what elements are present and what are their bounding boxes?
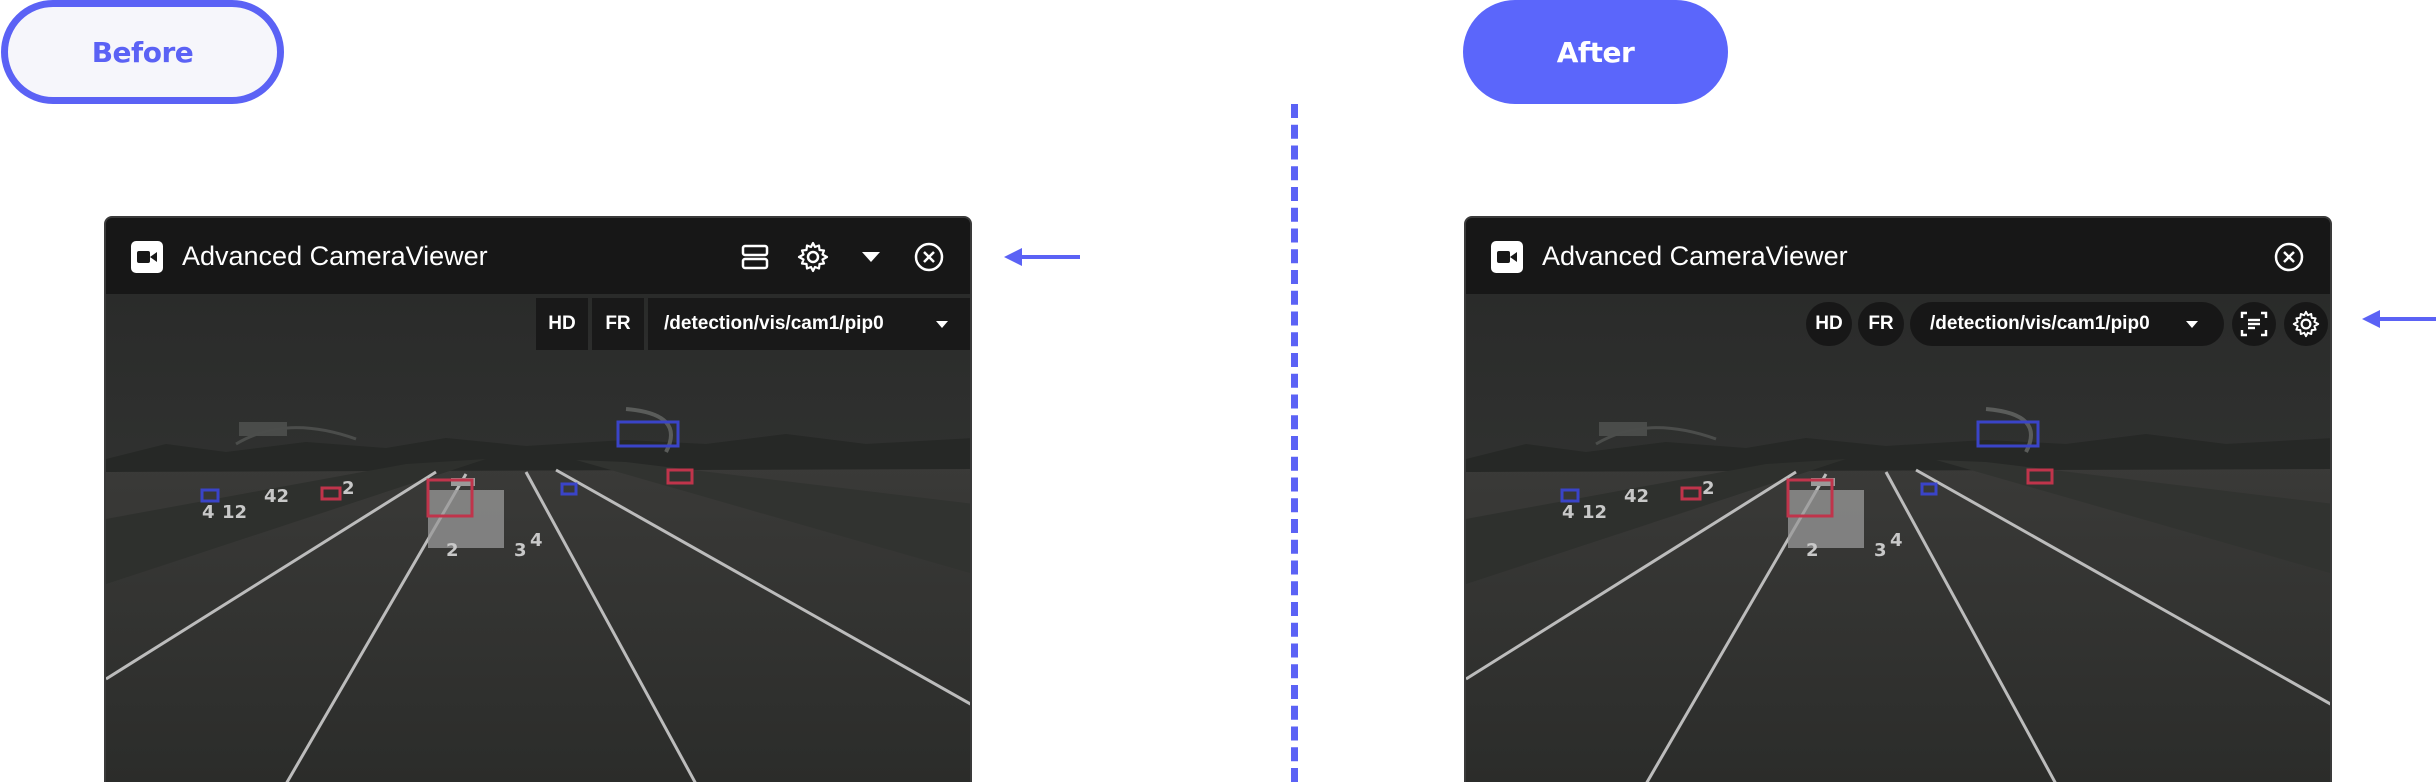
topic-select[interactable]: /detection/vis/cam1/pip0 <box>1910 302 2224 346</box>
dashed-divider <box>1291 104 1298 782</box>
detection-label: 2 <box>1806 540 1819 561</box>
subtitles-icon[interactable] <box>2232 302 2276 346</box>
fr-button[interactable]: FR <box>592 298 644 350</box>
hd-button[interactable]: HD <box>1806 302 1852 346</box>
close-circle-icon[interactable] <box>2270 238 2308 276</box>
before-label: Before <box>1 0 284 104</box>
detection-label: 4 <box>530 530 543 551</box>
camera-viewer-window-after: Advanced CameraViewer 4 12 42 2 2 3 4 HD… <box>1464 216 2332 782</box>
fr-button[interactable]: FR <box>1858 302 1904 346</box>
gear-icon[interactable] <box>794 238 832 276</box>
camera-feed: 4 12 42 2 2 3 4 <box>106 294 970 782</box>
topic-select-value: /detection/vis/cam1/pip0 <box>1930 313 2150 334</box>
after-label: After <box>1463 0 1728 104</box>
caret-down-icon[interactable] <box>852 238 890 276</box>
detection-label: 12 <box>222 502 247 523</box>
caret-down-icon <box>936 321 948 328</box>
detection-label: 4 <box>202 502 215 523</box>
video-camera-icon <box>1491 241 1523 273</box>
pointer-arrow-icon <box>2362 310 2436 328</box>
detection-label: 2 <box>342 478 355 499</box>
detection-label: 42 <box>264 486 289 507</box>
detection-label: 4 <box>1890 530 1903 551</box>
pointer-arrow-icon <box>1004 248 1080 266</box>
detection-label: 2 <box>446 540 459 561</box>
detection-label: 3 <box>514 540 527 561</box>
detection-label: 42 <box>1624 486 1649 507</box>
detection-label: 2 <box>1702 478 1715 499</box>
close-circle-icon[interactable] <box>910 238 948 276</box>
titlebar: Advanced CameraViewer <box>1466 218 2330 294</box>
caret-down-icon <box>2186 321 2198 328</box>
titlebar: Advanced CameraViewer <box>106 218 970 294</box>
gear-icon[interactable] <box>2284 302 2328 346</box>
topic-select-value: /detection/vis/cam1/pip0 <box>664 313 884 334</box>
detection-label: 12 <box>1582 502 1607 523</box>
window-title: Advanced CameraViewer <box>182 241 488 271</box>
camera-viewer-window-before: Advanced CameraViewer 4 12 42 2 2 3 4 HD… <box>104 216 972 782</box>
video-camera-icon <box>131 241 163 273</box>
detection-label: 3 <box>1874 540 1887 561</box>
layout-stack-icon[interactable] <box>736 238 774 276</box>
camera-feed: 4 12 42 2 2 3 4 <box>1466 294 2330 782</box>
window-title: Advanced CameraViewer <box>1542 241 1848 271</box>
detection-label: 4 <box>1562 502 1575 523</box>
topic-select[interactable]: /detection/vis/cam1/pip0 <box>648 298 970 350</box>
hd-button[interactable]: HD <box>536 298 588 350</box>
